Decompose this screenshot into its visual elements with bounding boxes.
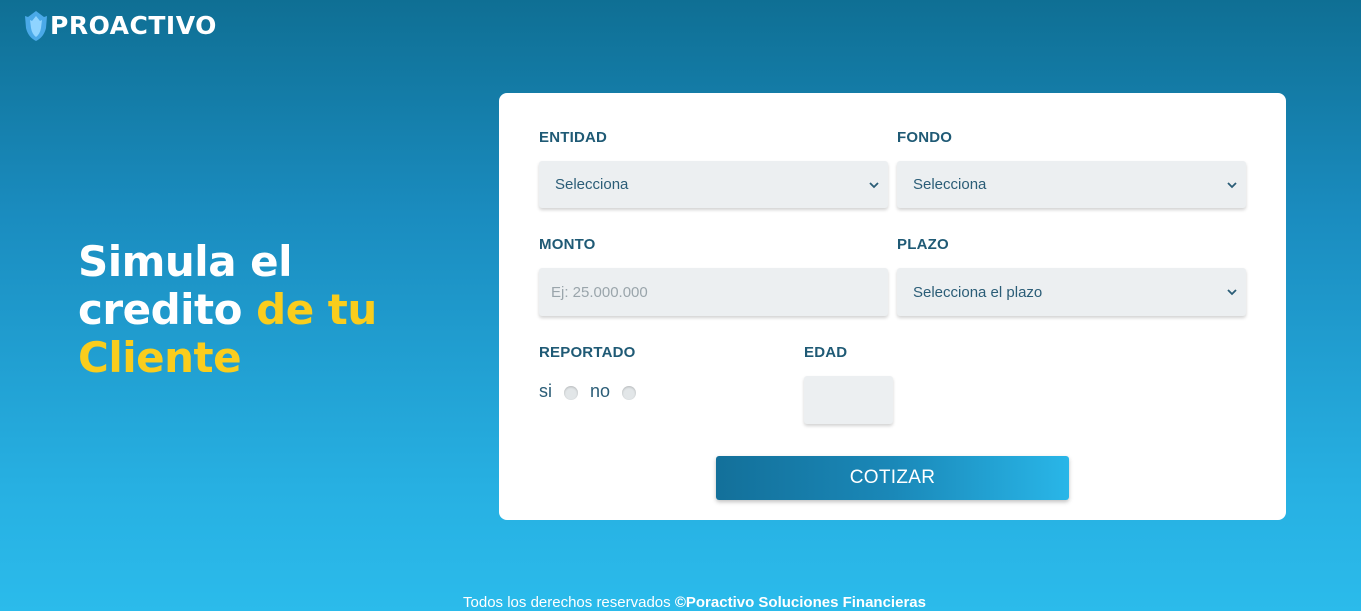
hero-line-2: credito xyxy=(78,285,243,334)
hero-accent-2: Cliente xyxy=(78,333,242,382)
fondo-select[interactable]: Selecciona xyxy=(897,161,1246,208)
shield-flame-icon xyxy=(25,11,47,41)
reportado-label: REPORTADO xyxy=(539,344,636,361)
cotizar-label: COTIZAR xyxy=(849,467,936,488)
chevron-down-icon xyxy=(869,181,879,188)
plazo-label: PLAZO xyxy=(897,236,949,253)
brand-logo[interactable]: PROACTIVO xyxy=(24,10,217,42)
footer: Todos los derechos reservados ©Poractivo… xyxy=(0,594,1361,611)
fondo-label: FONDO xyxy=(897,129,953,146)
entidad-value: Selecciona xyxy=(555,176,629,193)
monto-label: MONTO xyxy=(539,236,596,253)
hero-line-1: Simula el xyxy=(78,237,293,286)
hero-accent-1: de tu xyxy=(256,285,377,334)
radio-no[interactable] xyxy=(622,385,637,400)
footer-text: Todos los derechos reservados xyxy=(463,594,671,611)
chevron-down-icon xyxy=(1227,181,1237,188)
brand-name: PROACTIVO xyxy=(50,11,217,40)
entidad-label: ENTIDAD xyxy=(539,129,608,146)
reportado-radio-group: si no xyxy=(539,381,648,402)
radio-si[interactable] xyxy=(564,385,578,400)
radio-label-no: no xyxy=(590,381,611,401)
quote-form-card: ENTIDAD Selecciona FONDO Selecciona MONT… xyxy=(499,93,1286,520)
radio-label-si: si xyxy=(539,381,552,401)
plazo-select[interactable]: Selecciona el plazo xyxy=(897,268,1246,316)
plazo-value: Selecciona el plazo xyxy=(913,283,1043,301)
entidad-select[interactable]: Selecciona xyxy=(539,161,888,208)
cotizar-button[interactable]: COTIZAR xyxy=(716,456,1069,500)
fondo-value: Selecciona xyxy=(913,176,987,193)
edad-label: EDAD xyxy=(804,344,848,361)
footer-company: ©Poractivo Soluciones Financieras xyxy=(674,594,926,611)
hero-heading: Simula el credito de tu Cliente xyxy=(78,238,377,382)
monto-placeholder: Ej: 25.000.000 xyxy=(551,283,648,301)
monto-input[interactable]: Ej: 25.000.000 xyxy=(539,268,888,316)
chevron-down-icon xyxy=(1227,289,1237,296)
edad-input[interactable] xyxy=(804,376,893,424)
